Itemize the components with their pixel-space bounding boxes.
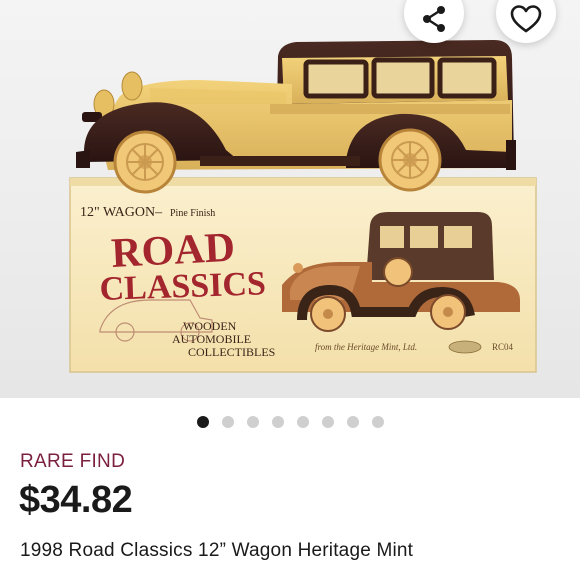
gallery-dot[interactable] <box>321 416 334 428</box>
gallery-dot[interactable] <box>346 416 359 428</box>
share-icon <box>423 6 445 32</box>
gallery-dot[interactable] <box>221 416 234 428</box>
gallery-dot[interactable] <box>246 416 259 428</box>
box-label-top: 12" WAGON– <box>80 205 163 220</box>
product-box: 12" WAGON– Pine Finish ROAD CLASSICS WOO… <box>69 177 537 373</box>
box-label-finish: Pine Finish <box>170 208 215 219</box>
image-gallery[interactable]: 12" WAGON– Pine Finish ROAD CLASSICS WOO… <box>0 0 580 398</box>
price: $34.82 <box>19 479 133 521</box>
box-code: RC04 <box>492 342 514 352</box>
heart-icon <box>510 5 542 33</box>
box-maker: from the Heritage Mint, Ltd. <box>315 342 417 352</box>
box-brand-line2: CLASSICS <box>99 265 267 308</box>
box-sub-line1: WOODEN <box>183 319 237 333</box>
gallery-dot[interactable] <box>371 416 384 428</box>
box-sub-line2: AUTOMOBILE <box>172 332 251 346</box>
wooden-car <box>76 40 516 194</box>
box-sub-line3: COLLECTIBLES <box>188 345 275 359</box>
product-photo: 12" WAGON– Pine Finish ROAD CLASSICS WOO… <box>69 40 537 373</box>
rare-find-badge: RARE FIND <box>20 451 126 472</box>
gallery-dot[interactable] <box>196 416 209 428</box>
listing-title: 1998 Road Classics 12” Wagon Heritage Mi… <box>20 540 414 561</box>
gallery-dot[interactable] <box>271 416 284 428</box>
gallery-pagination <box>0 416 580 428</box>
gallery-dot[interactable] <box>296 416 309 428</box>
